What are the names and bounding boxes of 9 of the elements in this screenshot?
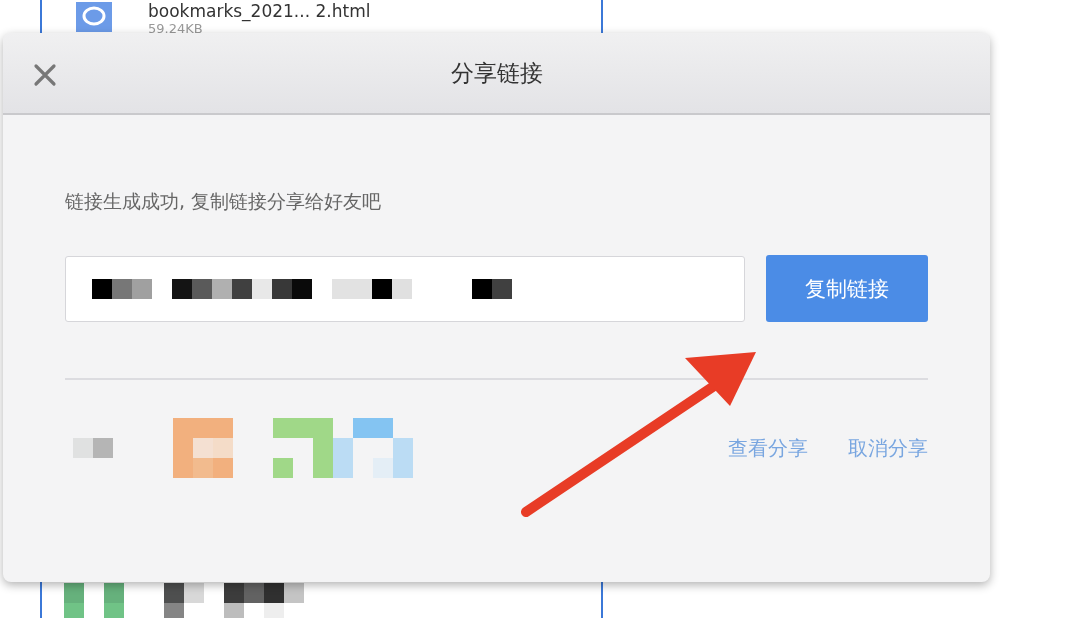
share-link[interactable]: 取消分享 (848, 434, 928, 462)
file-size: 59.24KB (148, 21, 203, 36)
dialog-title: 分享链接 (450, 58, 543, 88)
close-icon[interactable] (33, 63, 57, 87)
link-field[interactable] (65, 255, 745, 322)
share-link[interactable]: 查看分享 (728, 434, 808, 462)
copy-link-button[interactable]: 复制链接 (766, 255, 928, 322)
file-name: bookmarks_2021... 2.html (148, 2, 371, 21)
success-message: 链接生成成功, 复制链接分享给好友吧 (65, 189, 383, 214)
